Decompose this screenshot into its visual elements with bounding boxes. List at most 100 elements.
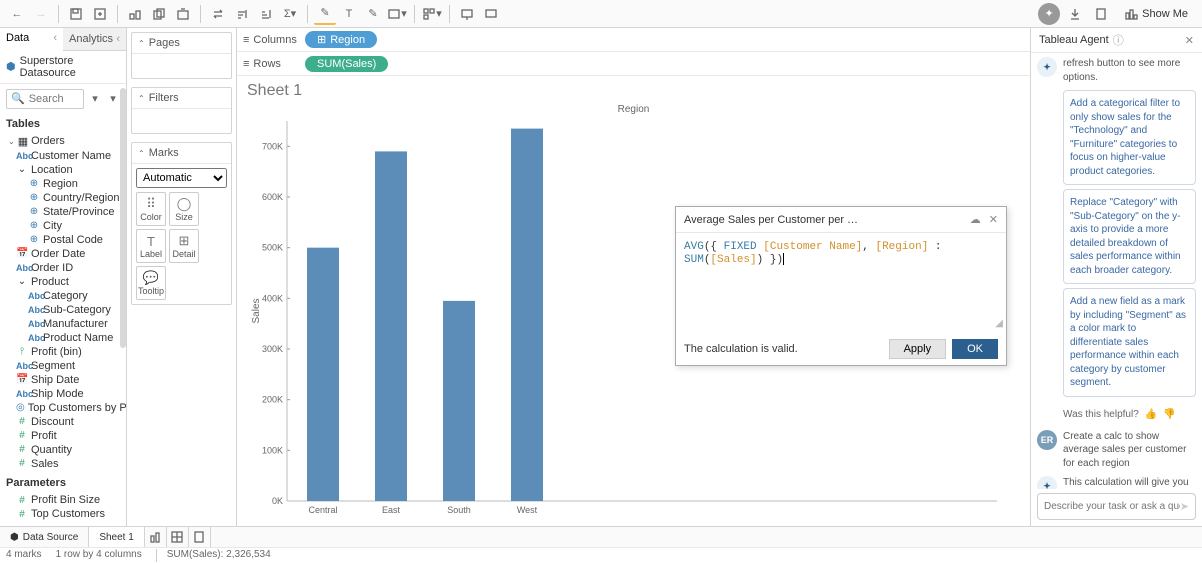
field-item[interactable]: AbcShip Mode — [0, 387, 126, 401]
fit-button[interactable]: ▾ — [386, 3, 408, 25]
parameter-item[interactable]: #Top Customers — [0, 507, 126, 521]
field-item[interactable]: 📅Ship Date — [0, 373, 126, 387]
new-sheet-icon[interactable] — [145, 527, 167, 547]
agent-input[interactable]: ➤ — [1037, 493, 1196, 520]
thumbs-up-icon[interactable]: 👍 — [1145, 409, 1157, 420]
pages-shelf[interactable]: ⌃Pages — [131, 32, 232, 79]
presentation-button[interactable] — [456, 3, 478, 25]
guide-button[interactable] — [1090, 3, 1112, 25]
bot-avatar: ✦ — [1037, 476, 1057, 489]
mark-detail[interactable]: ⊞Detail — [169, 229, 199, 263]
new-dashboard-icon[interactable] — [167, 527, 189, 547]
database-icon: ⬢ — [6, 60, 16, 73]
filter-icon[interactable]: ▾ — [86, 88, 104, 110]
calc-valid-msg: The calculation is valid. — [684, 343, 798, 355]
field-item[interactable]: AbcCategory — [0, 289, 126, 303]
field-item[interactable]: ⊕Country/Region — [0, 191, 126, 205]
thumbs-down-icon[interactable]: 👎 — [1163, 409, 1175, 420]
new-worksheet-button[interactable] — [124, 3, 146, 25]
highlight-button[interactable]: ✎ — [314, 3, 336, 25]
labels-button[interactable]: T — [338, 3, 360, 25]
calc-editor[interactable]: AVG({ FIXED [Customer Name], [Region] : … — [676, 233, 1006, 333]
menu-icon[interactable]: ▾ — [106, 88, 120, 110]
apply-button[interactable]: Apply — [889, 339, 947, 359]
field-item[interactable]: #Profit — [0, 429, 126, 443]
field-item[interactable]: AbcSub-Category — [0, 303, 126, 317]
show-me-button[interactable]: Show Me — [1116, 3, 1196, 25]
duplicate-button[interactable] — [148, 3, 170, 25]
ok-button[interactable]: OK — [952, 339, 998, 359]
field-item[interactable]: ⫯Profit (bin) — [0, 345, 126, 359]
undo-button[interactable]: ← — [6, 3, 28, 25]
format-button[interactable]: ✎ — [362, 3, 384, 25]
suggestion-card[interactable]: Replace "Category" with "Sub-Category" o… — [1063, 189, 1196, 284]
field-item[interactable]: ◎Top Customers by P… — [0, 401, 126, 415]
cards-button[interactable]: ▾ — [421, 3, 443, 25]
parameter-item[interactable]: #Profit Bin Size — [0, 493, 126, 507]
data-source[interactable]: ⬢ Superstore Datasource — [0, 51, 126, 84]
sort-desc-button[interactable] — [255, 3, 277, 25]
close-agent-icon[interactable]: ✕ — [1185, 34, 1194, 47]
totals-button[interactable]: Σ▾ — [279, 3, 301, 25]
scrollbar[interactable] — [120, 88, 126, 348]
field-item[interactable]: ⊕State/Province — [0, 205, 126, 219]
field-item[interactable]: #Quantity — [0, 443, 126, 457]
field-item[interactable]: AbcSegment — [0, 359, 126, 373]
suggestion-card[interactable]: Add a categorical filter to only show sa… — [1063, 90, 1196, 185]
field-item[interactable]: ⊕Postal Code — [0, 233, 126, 247]
filters-shelf[interactable]: ⌃Filters — [131, 87, 232, 134]
sheet1-tab[interactable]: Sheet 1 — [89, 527, 144, 547]
revert-button[interactable] — [89, 3, 111, 25]
field-item[interactable]: AbcOrder ID — [0, 261, 126, 275]
search-input[interactable]: 🔍 — [6, 89, 84, 109]
field-item[interactable]: #Sales — [0, 457, 126, 471]
sort-asc-button[interactable] — [231, 3, 253, 25]
svg-text:Sales: Sales — [251, 298, 262, 323]
svg-text:600K: 600K — [262, 192, 283, 202]
field-item[interactable]: #Discount — [0, 415, 126, 429]
save-button[interactable] — [65, 3, 87, 25]
data-source-tab[interactable]: ⬢Data Source — [0, 527, 89, 547]
pill-sum-sales[interactable]: SUM(Sales) — [305, 56, 388, 72]
tab-analytics[interactable]: Analytics‹ — [63, 28, 126, 50]
explain-icon[interactable]: ☁ — [970, 213, 981, 226]
download-button[interactable] — [1064, 3, 1086, 25]
field-item[interactable]: 📅Order Date — [0, 247, 126, 261]
marks-type-select[interactable]: Automatic — [136, 168, 227, 188]
field-tree: ⌄▦ OrdersAbcCustomer Name⌄Location⊕Regio… — [0, 134, 126, 474]
suggestion-card[interactable]: Add a new field as a mark by including "… — [1063, 288, 1196, 397]
field-item[interactable]: AbcManufacturer — [0, 317, 126, 331]
field-item[interactable]: AbcProduct Name — [0, 331, 126, 345]
field-item[interactable]: ⌄Product — [0, 275, 126, 289]
field-item[interactable]: ⌄Location — [0, 163, 126, 177]
calculation-dialog: Average Sales per Customer per … ☁ ✕ AVG… — [675, 206, 1007, 366]
info-icon[interactable]: ⓘ — [1113, 32, 1124, 48]
agent-panel: Tableau Agent ⓘ ✕ ✦ refresh button to se… — [1030, 28, 1202, 526]
svg-text:300K: 300K — [262, 344, 283, 354]
send-icon[interactable]: ➤ — [1180, 500, 1189, 513]
table-root[interactable]: ⌄▦ Orders — [0, 134, 126, 149]
columns-icon: ≡ — [243, 34, 249, 46]
swap-button[interactable] — [207, 3, 229, 25]
rows-shelf[interactable]: ≡Rows SUM(Sales) — [237, 52, 1030, 76]
field-item[interactable]: ⊕Region — [0, 177, 126, 191]
search-icon: 🔍 — [11, 92, 25, 105]
mark-color[interactable]: ⠿Color — [136, 192, 166, 226]
columns-shelf[interactable]: ≡Columns ⊞Region — [237, 28, 1030, 52]
mark-label[interactable]: TLabel — [136, 229, 166, 263]
expand-icon[interactable]: ◢ — [995, 318, 1003, 330]
viz-panel: ≡Columns ⊞Region ≡Rows SUM(Sales) Sheet … — [237, 28, 1030, 526]
mark-tooltip[interactable]: 💬Tooltip — [136, 266, 166, 300]
close-icon[interactable]: ✕ — [989, 213, 998, 226]
new-story-icon[interactable] — [189, 527, 211, 547]
mark-size[interactable]: ◯Size — [169, 192, 199, 226]
tab-data[interactable]: Data‹ — [0, 28, 63, 51]
clear-button[interactable] — [172, 3, 194, 25]
user-message: Create a calc to show average sales per … — [1063, 430, 1196, 471]
redo-button[interactable]: → — [30, 3, 52, 25]
field-item[interactable]: AbcCustomer Name — [0, 149, 126, 163]
agent-icon[interactable]: ✦ — [1038, 3, 1060, 25]
share-button[interactable] — [480, 3, 502, 25]
field-item[interactable]: ⊕City — [0, 219, 126, 233]
pill-region[interactable]: ⊞Region — [305, 31, 377, 48]
